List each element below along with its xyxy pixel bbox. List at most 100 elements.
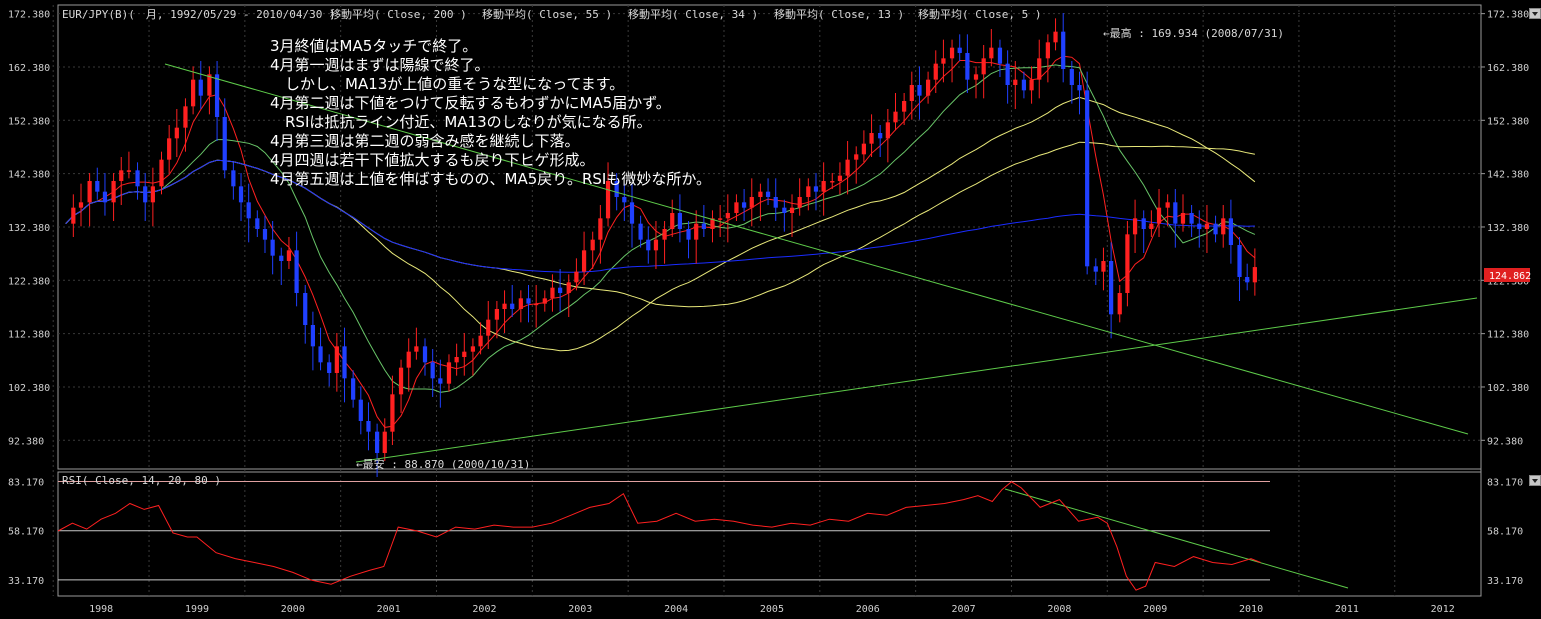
bull-candle xyxy=(598,218,603,240)
year-axis-label: 2009 xyxy=(1143,604,1167,615)
bear-candle xyxy=(957,47,962,53)
bull-candle xyxy=(111,181,116,203)
price-axis-label: 172.380 xyxy=(1487,10,1529,21)
bull-candle xyxy=(854,154,859,160)
bull-candle xyxy=(1045,42,1050,59)
bull-candle xyxy=(837,175,843,181)
price-panel-menu-button[interactable] xyxy=(1529,8,1541,19)
bull-candle xyxy=(159,159,164,187)
bull-candle xyxy=(494,309,499,320)
bear-candle xyxy=(558,287,563,293)
bear-candle xyxy=(526,298,531,304)
bull-candle xyxy=(933,63,938,80)
bear-candle xyxy=(1093,266,1098,272)
bear-candle xyxy=(782,207,787,213)
bull-candle xyxy=(150,186,155,203)
bull-candle xyxy=(662,229,667,240)
bull-candle xyxy=(462,351,467,357)
bull-candle xyxy=(574,271,579,283)
bear-candle xyxy=(1021,79,1027,91)
rsi-title: RSI( Close, 14, 20, 80 ) xyxy=(62,474,221,487)
bear-candle xyxy=(878,133,883,139)
bull-candle xyxy=(1117,293,1122,315)
price-axis-label: 142.380 xyxy=(1487,170,1529,181)
bull-candle xyxy=(981,58,986,75)
bear-candle xyxy=(1197,223,1202,229)
bull-candle xyxy=(1221,218,1226,235)
bull-candle xyxy=(542,298,547,304)
bull-candle xyxy=(534,303,539,306)
price-axis-label-left: 172.380 xyxy=(8,10,50,21)
bear-candle xyxy=(327,362,332,373)
price-axis-label: 152.380 xyxy=(1487,116,1529,127)
bear-candle xyxy=(366,421,371,432)
bull-candle xyxy=(1125,234,1130,293)
bear-candle xyxy=(1228,218,1234,245)
price-axis-label: 112.380 xyxy=(1487,330,1529,341)
high-annotation: ←最高 : 169.934 (2008/07/31) xyxy=(1103,26,1284,40)
bull-candle xyxy=(1029,79,1034,91)
bull-candle xyxy=(902,101,907,112)
bull-candle xyxy=(725,213,730,219)
bear-candle xyxy=(303,293,308,325)
bull-candle xyxy=(1037,58,1042,80)
bull-candle xyxy=(1013,79,1018,85)
bear-candle xyxy=(135,170,140,187)
year-axis-label: 2010 xyxy=(1239,604,1263,615)
bull-candle xyxy=(989,47,994,59)
bull-candle xyxy=(797,197,802,208)
bear-candle xyxy=(629,202,635,224)
bear-candle xyxy=(1213,223,1218,235)
bear-candle xyxy=(214,74,220,117)
bull-candle xyxy=(78,202,84,208)
bull-candle xyxy=(941,58,946,64)
bull-candle xyxy=(749,197,754,208)
rsi-panel-menu-button[interactable] xyxy=(1529,475,1541,486)
bull-candle xyxy=(486,319,491,336)
bear-candle xyxy=(1085,90,1090,267)
bull-candle xyxy=(893,111,898,123)
bull-candle xyxy=(734,202,739,213)
price-axis-label-left: 142.380 xyxy=(8,170,50,181)
chart-window: 172.380 172.380 162.380 162.380 152.380 152.3… xyxy=(0,0,1541,619)
chart-title: EUR/JPY(B)( 月, 1992/05/29 - 2010/04/30 ) xyxy=(62,8,336,21)
price-axis-label-left: 112.380 xyxy=(8,330,50,341)
bear-candle xyxy=(677,213,683,229)
ma5-label: 移動平均( Close, 5 ) xyxy=(918,7,1041,21)
commentary-line: 4月第二週は下値をつけて反転するもわずかにMA5届かず。 xyxy=(270,94,671,112)
year-axis-label: 2008 xyxy=(1047,604,1071,615)
bear-candle xyxy=(231,170,236,187)
bull-candle xyxy=(1252,267,1257,283)
ma55-line xyxy=(65,141,1255,308)
bull-candle xyxy=(973,74,979,80)
price-axis-label: 162.380 xyxy=(1487,63,1529,74)
bull-candle xyxy=(191,79,196,107)
bear-candle xyxy=(374,431,380,453)
year-axis-label: 1998 xyxy=(89,604,113,615)
rsi-axis-label-left: 58.170 xyxy=(8,527,44,538)
bull-candle xyxy=(821,181,826,192)
bull-candle xyxy=(414,346,419,352)
bull-candle xyxy=(1180,213,1186,224)
bull-candle xyxy=(869,133,874,144)
commentary-line: 4月第三週は第二週の弱含み感を継続し下落。 xyxy=(270,132,580,150)
bull-candle xyxy=(71,207,76,224)
rsi-trendline xyxy=(1004,488,1349,589)
bear-candle xyxy=(102,191,108,203)
commentary-line: 3月終値はMA5タッチで終了。 xyxy=(270,37,477,55)
bull-candle xyxy=(949,47,955,59)
bear-candle xyxy=(270,239,275,256)
price-axis-label-left: 102.380 xyxy=(8,383,50,394)
bear-candle xyxy=(1189,213,1194,224)
bear-candle xyxy=(997,47,1003,64)
bull-candle xyxy=(1156,207,1162,224)
bear-candle xyxy=(1077,85,1082,91)
bear-candle xyxy=(222,117,227,171)
bear-candle xyxy=(917,85,922,96)
support-trendline xyxy=(355,297,1478,463)
bear-candle xyxy=(255,218,260,229)
bear-candle xyxy=(198,79,203,96)
candles xyxy=(71,13,1257,477)
commentary-line: しかし、MA13が上値の重そうな型になってます。 xyxy=(270,75,624,93)
rsi-axis-label-left: 83.170 xyxy=(8,478,44,489)
